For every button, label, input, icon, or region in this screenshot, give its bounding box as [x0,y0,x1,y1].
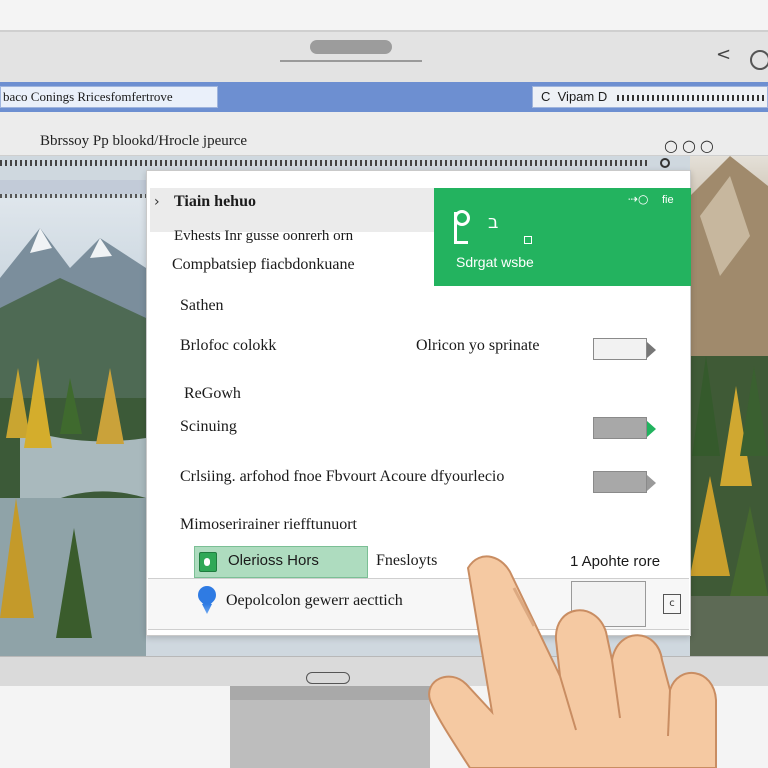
panel-title: Tiain hehuo [174,193,256,210]
monitor-stand-neck [230,686,430,700]
location-pin-icon [198,586,216,614]
row-2-label: Scinuing [180,418,237,435]
landscape-illustration [0,228,146,656]
dotted-ruler [0,160,650,166]
bottom-label: Oepolcolon gewerr aecttich [226,592,403,609]
panel-subtitle: Evhests Inr gusse oonrerh orn [174,228,354,244]
row-1-toggle[interactable] [593,338,656,360]
mini-button[interactable]: c [663,594,681,614]
landscape-wallpaper-left [0,198,146,656]
row-1-label: Brlofoc colokk [180,337,277,354]
landscape-illustration-right [690,156,768,656]
bezel-line [280,60,422,62]
square-icon [524,236,532,244]
toggle-arrow-icon [647,475,656,491]
chevron-right-icon[interactable]: › [154,194,160,210]
toggle-arrow-icon [647,342,656,358]
section-heading-1: Sathen [180,297,224,314]
address-field-right[interactable]: C Vipam D [532,86,768,108]
phone-icon [454,210,470,244]
address-prefix: C [541,89,551,104]
green-status-card[interactable] [434,188,691,286]
row-2-toggle[interactable] [593,417,656,439]
signal-icon: ב [488,212,499,233]
address-text: Vipam D [557,89,608,104]
camera-bar [310,40,392,54]
chip-label: Olerioss Hors [228,552,319,569]
section-heading-3: Mimoserirainer riefftunuort [180,516,357,533]
power-button[interactable] [306,672,350,684]
address-dots [616,94,767,101]
green-card-label: Sdrgat wsbe [456,254,534,270]
section-heading-2: ReGowh [184,385,241,402]
monitor-chin [0,656,768,686]
row-3-toggle[interactable] [593,471,656,493]
app-icon [199,552,217,572]
chip-side-label: Fnesloyts [376,552,438,569]
panel-subtitle-2: Compbatsiep fiacbdonkuane [172,256,355,273]
value-input[interactable] [571,581,646,627]
landscape-wallpaper-right [690,156,768,656]
link-icon[interactable]: ⇢○ [628,192,649,206]
share-icon[interactable]: < [716,44,740,65]
overflow-rings-icon[interactable]: ○○○ [664,136,718,155]
toggle-arrow-icon [647,421,656,437]
row-1-value: Olricon yo sprinate [416,337,540,354]
profile-icon[interactable] [750,50,768,70]
green-card-top-label: fie [662,194,674,206]
bookmark-text[interactable]: Bbrssoy Pp blookd/Hrocle jpeurce [40,133,247,150]
chip-right-label: 1 Apohte rore [570,553,661,570]
row-3-label: Crlsiing. arfohod fnoe Fbvourt Acoure df… [180,468,505,485]
tab-strip [0,180,146,194]
ruler-pin-icon [660,158,670,168]
address-field-left[interactable]: baco Conings Rricesfomfertrove [0,86,218,108]
